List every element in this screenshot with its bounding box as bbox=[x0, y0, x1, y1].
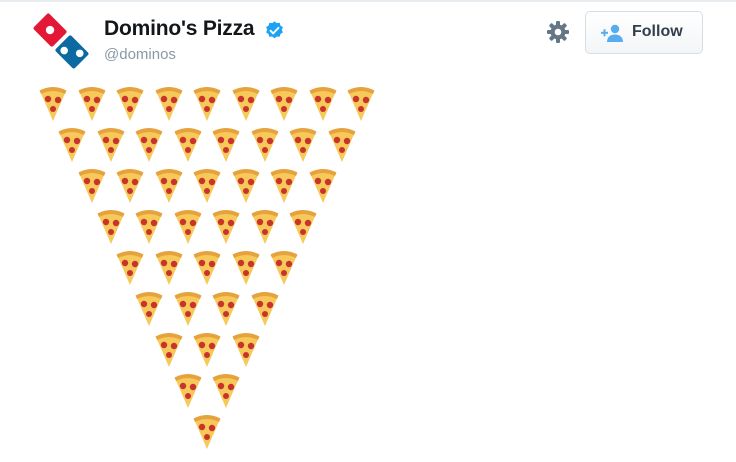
pizza-icon bbox=[135, 210, 163, 244]
pizza-icon bbox=[232, 169, 259, 203]
pizza-icon bbox=[289, 128, 317, 162]
pizza-icon bbox=[116, 251, 144, 285]
pizza-icon bbox=[232, 87, 259, 121]
pizza-icon bbox=[174, 128, 202, 162]
pizza-icon bbox=[251, 210, 279, 244]
pizza-icon bbox=[97, 128, 125, 162]
pizza-icon bbox=[328, 128, 356, 162]
tweet-pizza-emoji-pyramid bbox=[0, 0, 736, 462]
pizza-icon bbox=[270, 251, 298, 285]
pizza-icon bbox=[116, 87, 144, 121]
pizza-icon bbox=[232, 251, 259, 285]
pizza-icon bbox=[270, 169, 298, 203]
pizza-icon bbox=[251, 128, 279, 162]
pizza-icon bbox=[212, 292, 240, 326]
pizza-icon bbox=[97, 210, 125, 244]
pizza-icon bbox=[309, 87, 336, 121]
pizza-icon bbox=[155, 333, 182, 367]
pizza-icon bbox=[78, 169, 105, 203]
pizza-icon bbox=[155, 251, 182, 285]
pizza-icon bbox=[116, 169, 144, 203]
pizza-icon bbox=[347, 87, 375, 121]
pizza-icon bbox=[78, 87, 105, 121]
pizza-icon bbox=[155, 87, 182, 121]
pizza-icon bbox=[212, 128, 240, 162]
pizza-icon bbox=[251, 292, 279, 326]
pizza-icon bbox=[193, 251, 221, 285]
pizza-icon bbox=[174, 292, 202, 326]
pizza-icon bbox=[289, 210, 317, 244]
pizza-icon bbox=[193, 87, 221, 121]
pizza-icon bbox=[58, 128, 86, 162]
pizza-icon bbox=[270, 87, 298, 121]
pizza-icon bbox=[174, 374, 202, 408]
pizza-icon bbox=[309, 169, 336, 203]
pizza-icon bbox=[193, 169, 221, 203]
pizza-icon bbox=[39, 87, 67, 121]
pizza-icon bbox=[212, 210, 240, 244]
pizza-icon bbox=[135, 292, 163, 326]
pizza-icon bbox=[155, 169, 182, 203]
pizza-icon bbox=[212, 374, 240, 408]
pizza-icon bbox=[193, 333, 221, 367]
pizza-icon bbox=[174, 210, 202, 244]
pizza-icon bbox=[193, 415, 221, 449]
pizza-icon bbox=[232, 333, 259, 367]
pizza-icon bbox=[135, 128, 163, 162]
